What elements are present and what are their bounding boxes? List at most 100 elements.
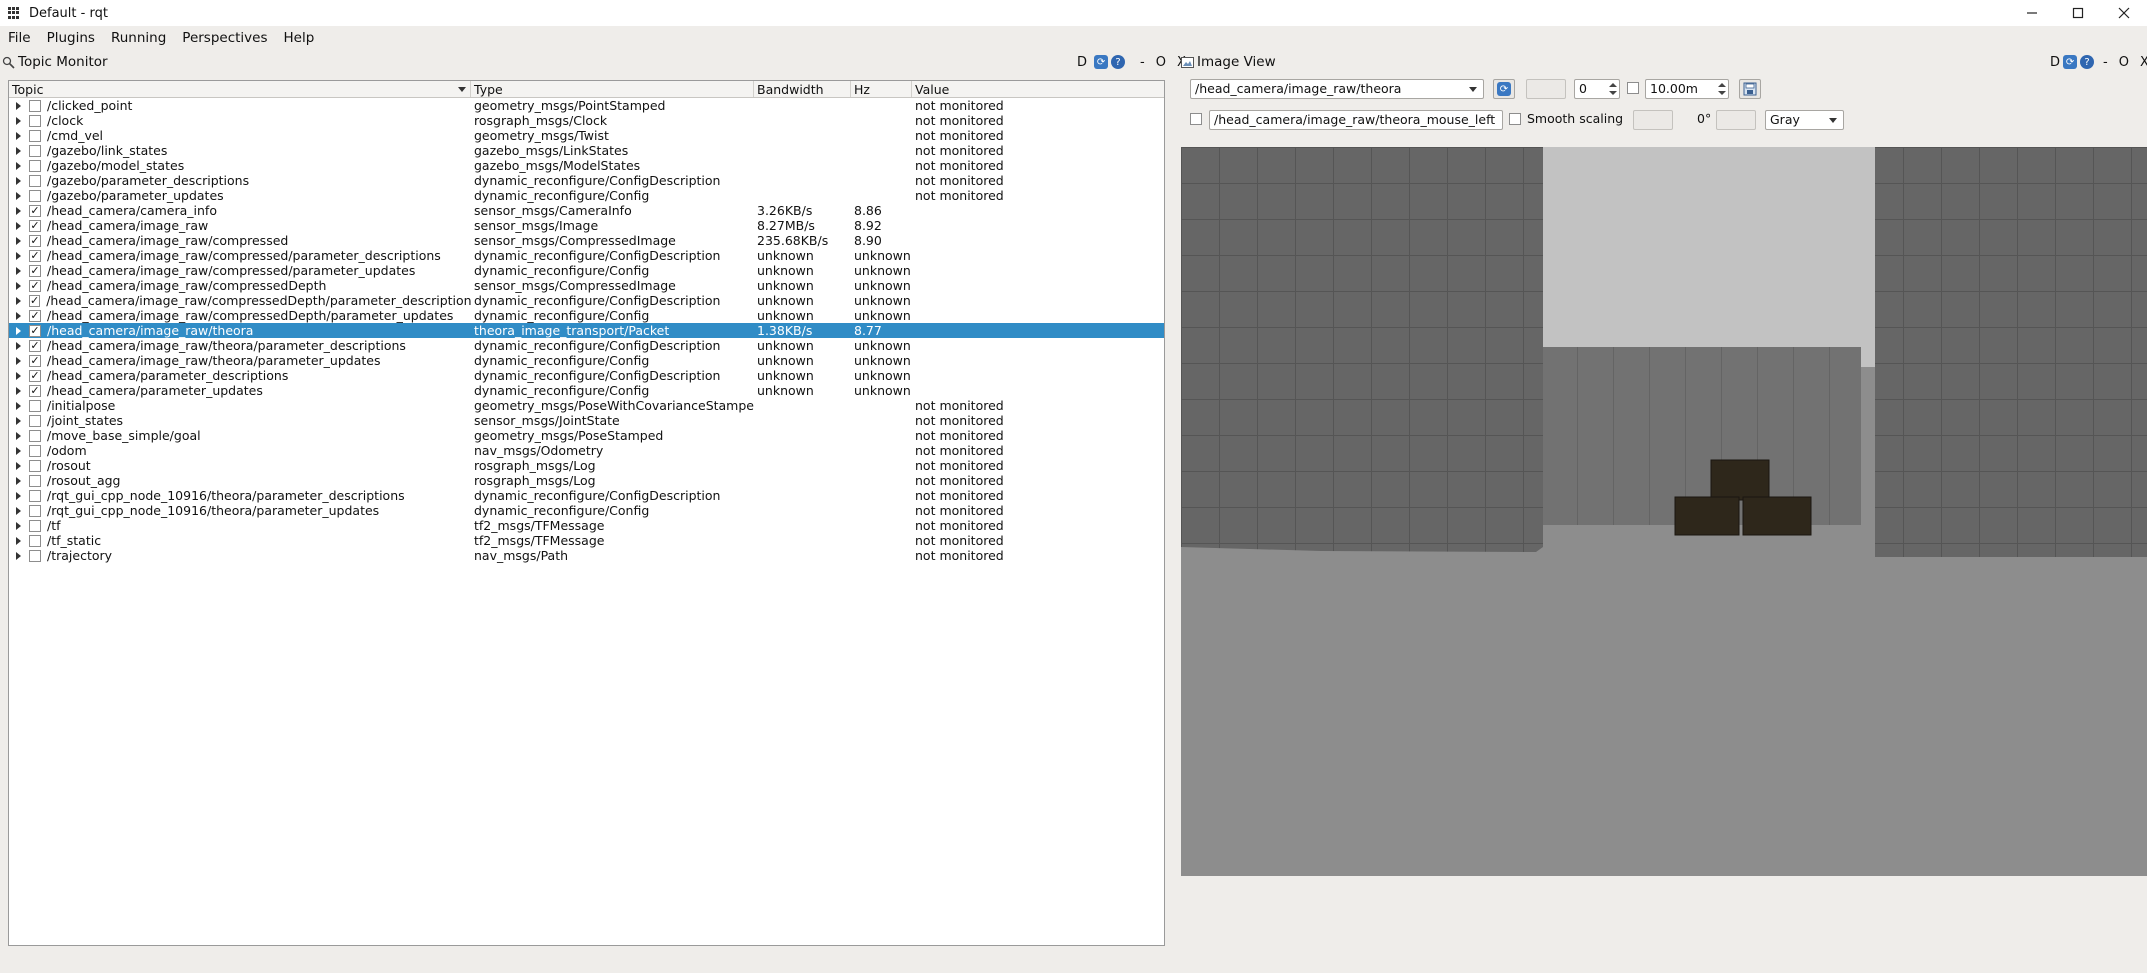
expand-arrow-icon[interactable] bbox=[16, 296, 21, 305]
table-row[interactable]: ✓ /head_camera/parameter_updates dynamic_r… bbox=[9, 383, 1164, 398]
expand-arrow-icon[interactable] bbox=[16, 326, 21, 335]
monitor-checkbox[interactable] bbox=[29, 444, 41, 457]
monitor-checkbox[interactable] bbox=[29, 429, 41, 442]
mouse-topic-field[interactable]: /head_camera/image_raw/theora_mouse_left bbox=[1209, 110, 1503, 130]
rotate-left-button[interactable] bbox=[1633, 110, 1673, 130]
expand-arrow-icon[interactable] bbox=[16, 206, 21, 215]
refresh-topics-button[interactable]: ⟳ bbox=[1493, 79, 1515, 99]
expand-arrow-icon[interactable] bbox=[16, 281, 21, 290]
expand-arrow-icon[interactable] bbox=[16, 461, 21, 470]
image-dock-close-button[interactable]: X bbox=[2140, 55, 2147, 70]
expand-arrow-icon[interactable] bbox=[16, 401, 21, 410]
expand-arrow-icon[interactable] bbox=[16, 236, 21, 245]
table-row[interactable]: /rqt_gui_cpp_node_10916/theora/parameter… bbox=[9, 503, 1164, 518]
expand-arrow-icon[interactable] bbox=[16, 221, 21, 230]
table-row[interactable]: ✓ /head_camera/image_raw/theora theora_ima… bbox=[9, 323, 1164, 338]
reload-icon[interactable]: ⟳ bbox=[1094, 55, 1109, 69]
dock-float-button[interactable]: O bbox=[1156, 55, 1166, 70]
table-row[interactable]: /cmd_vel geometry_msgs/Twist not monitored bbox=[9, 128, 1164, 143]
expand-arrow-icon[interactable] bbox=[16, 371, 21, 380]
column-topic[interactable]: Topic bbox=[9, 81, 471, 97]
expand-arrow-icon[interactable] bbox=[16, 491, 21, 500]
monitor-checkbox[interactable] bbox=[29, 459, 41, 472]
table-row[interactable]: ✓ /head_camera/image_raw sensor_msgs/Image… bbox=[9, 218, 1164, 233]
monitor-checkbox[interactable] bbox=[29, 534, 41, 547]
image-dock-float-button[interactable]: O bbox=[2119, 55, 2129, 70]
monitor-checkbox[interactable] bbox=[29, 129, 41, 142]
close-window-button[interactable] bbox=[2101, 0, 2147, 26]
monitor-checkbox[interactable] bbox=[29, 99, 41, 112]
image-help-icon[interactable]: ? bbox=[2080, 55, 2095, 69]
mouse-publish-checkbox[interactable] bbox=[1190, 113, 1202, 125]
image-dock-d-button[interactable]: D bbox=[2050, 55, 2060, 70]
monitor-checkbox[interactable] bbox=[29, 414, 41, 427]
column-type[interactable]: Type bbox=[471, 81, 754, 97]
monitor-checkbox[interactable]: ✓ bbox=[29, 294, 41, 307]
expand-arrow-icon[interactable] bbox=[16, 476, 21, 485]
help-icon[interactable]: ? bbox=[1111, 55, 1126, 69]
expand-arrow-icon[interactable] bbox=[16, 446, 21, 455]
monitor-checkbox[interactable]: ✓ bbox=[29, 234, 41, 247]
expand-arrow-icon[interactable] bbox=[16, 431, 21, 440]
table-row[interactable]: /trajectory nav_msgs/Path not monitored bbox=[9, 548, 1164, 563]
column-hz[interactable]: Hz bbox=[851, 81, 912, 97]
table-row[interactable]: /tf tf2_msgs/TFMessage not monitored bbox=[9, 518, 1164, 533]
monitor-checkbox[interactable]: ✓ bbox=[29, 264, 41, 277]
menu-running[interactable]: Running bbox=[103, 30, 174, 46]
monitor-checkbox[interactable] bbox=[29, 519, 41, 532]
table-row[interactable]: ✓ /head_camera/image_raw/compressedDepth/… bbox=[9, 293, 1164, 308]
table-row[interactable]: /rosout rosgraph_msgs/Log not monitored bbox=[9, 458, 1164, 473]
expand-arrow-icon[interactable] bbox=[16, 416, 21, 425]
column-value[interactable]: Value bbox=[912, 81, 1164, 97]
expand-arrow-icon[interactable] bbox=[16, 341, 21, 350]
monitor-checkbox[interactable] bbox=[29, 474, 41, 487]
monitor-checkbox[interactable] bbox=[29, 399, 41, 412]
expand-arrow-icon[interactable] bbox=[16, 101, 21, 110]
table-row[interactable]: ✓ /head_camera/image_raw/compressed/param… bbox=[9, 263, 1164, 278]
dock-minimize-button[interactable]: - bbox=[1140, 55, 1145, 70]
table-row[interactable]: /gazebo/link_states gazebo_msgs/LinkState… bbox=[9, 143, 1164, 158]
maximize-button[interactable] bbox=[2055, 0, 2101, 26]
monitor-checkbox[interactable]: ✓ bbox=[29, 204, 41, 217]
dock-d-button[interactable]: D bbox=[1077, 55, 1087, 70]
table-row[interactable]: ✓ /head_camera/parameter_descriptions dyna… bbox=[9, 368, 1164, 383]
monitor-checkbox[interactable]: ✓ bbox=[29, 369, 41, 382]
menu-perspectives[interactable]: Perspectives bbox=[174, 30, 275, 46]
monitor-checkbox[interactable] bbox=[29, 144, 41, 157]
expand-arrow-icon[interactable] bbox=[16, 191, 21, 200]
column-bandwidth[interactable]: Bandwidth bbox=[754, 81, 851, 97]
monitor-checkbox[interactable] bbox=[29, 174, 41, 187]
expand-arrow-icon[interactable] bbox=[16, 506, 21, 515]
image-reload-icon[interactable]: ⟳ bbox=[2063, 55, 2078, 69]
expand-arrow-icon[interactable] bbox=[16, 311, 21, 320]
topic-combo[interactable]: /head_camera/image_raw/theora bbox=[1190, 79, 1484, 99]
monitor-checkbox[interactable]: ✓ bbox=[29, 309, 41, 322]
expand-arrow-icon[interactable] bbox=[16, 116, 21, 125]
table-row[interactable]: /rosout_agg rosgraph_msgs/Log not monitore… bbox=[9, 473, 1164, 488]
expand-arrow-icon[interactable] bbox=[16, 251, 21, 260]
expand-arrow-icon[interactable] bbox=[16, 551, 21, 560]
expand-arrow-icon[interactable] bbox=[16, 386, 21, 395]
table-row[interactable]: /clicked_point geometry_msgs/PointStamped… bbox=[9, 98, 1164, 113]
table-row[interactable]: /initialpose geometry_msgs/PoseWithCovari… bbox=[9, 398, 1164, 413]
menu-plugins[interactable]: Plugins bbox=[39, 30, 103, 46]
monitor-checkbox[interactable]: ✓ bbox=[29, 324, 41, 337]
table-row[interactable]: ✓ /head_camera/image_raw/compressedDepth s… bbox=[9, 278, 1164, 293]
expand-arrow-icon[interactable] bbox=[16, 536, 21, 545]
expand-arrow-icon[interactable] bbox=[16, 176, 21, 185]
table-row[interactable]: /gazebo/parameter_updates dynamic_reconfi… bbox=[9, 188, 1164, 203]
monitor-checkbox[interactable] bbox=[29, 114, 41, 127]
monitor-checkbox[interactable]: ✓ bbox=[29, 384, 41, 397]
table-row[interactable]: ✓ /head_camera/camera_info sensor_msgs/Cam… bbox=[9, 203, 1164, 218]
table-row[interactable]: ✓ /head_camera/image_raw/theora/parameter… bbox=[9, 338, 1164, 353]
monitor-checkbox[interactable]: ✓ bbox=[29, 219, 41, 232]
expand-arrow-icon[interactable] bbox=[16, 131, 21, 140]
camera-image[interactable] bbox=[1181, 147, 2147, 876]
monitor-checkbox[interactable]: ✓ bbox=[29, 354, 41, 367]
table-row[interactable]: /gazebo/parameter_descriptions dynamic_re… bbox=[9, 173, 1164, 188]
table-row[interactable]: ✓ /head_camera/image_raw/compressed sensor… bbox=[9, 233, 1164, 248]
table-row[interactable]: ✓ /head_camera/image_raw/theora/parameter… bbox=[9, 353, 1164, 368]
save-image-button[interactable] bbox=[1739, 79, 1761, 99]
minimize-button[interactable] bbox=[2009, 0, 2055, 26]
smooth-scaling-checkbox[interactable] bbox=[1509, 113, 1521, 125]
